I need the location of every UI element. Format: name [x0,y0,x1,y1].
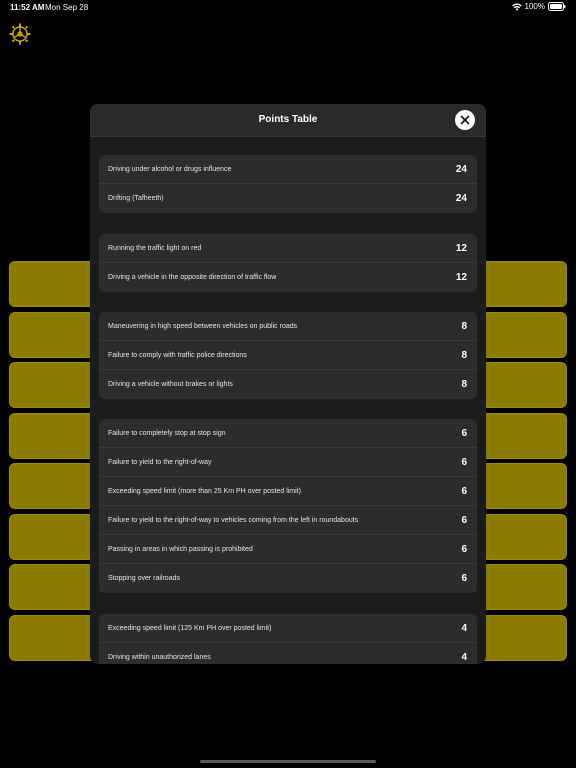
list-item: Running the traffic light on red 12 [99,234,477,263]
violation-label: Stopping over railroads [108,575,180,582]
battery-percent: 100% [524,2,545,11]
list-item: Stopping over railroads 6 [99,564,477,593]
violation-label: Driving within unauthorized lanes [108,654,211,661]
points-value: 24 [455,193,467,204]
violation-label: Driving a vehicle in the opposite direct… [108,274,277,281]
points-value: 24 [455,164,467,175]
list-item: Drifting (Tafheeth) 24 [99,184,477,213]
list-item: Driving a vehicle without brakes or ligh… [99,370,477,399]
points-value: 8 [461,321,467,332]
violation-label: Driving under alcohol or drugs influence [108,166,232,173]
violation-label: Failure to comply with traffic police di… [108,352,247,359]
points-group: Running the traffic light on red 12 Driv… [99,234,477,292]
violation-label: Maneuvering in high speed between vehicl… [108,323,298,330]
status-time: 11:52 AM [10,3,45,12]
points-group: Exceeding speed limit (125 Km PH over po… [99,614,477,664]
modal-title: Points Table [258,114,318,125]
list-item: Failure to completely stop at stop sign … [99,419,477,448]
points-value: 6 [461,486,467,497]
status-date: Mon Sep 28 [45,3,89,12]
points-table-modal: Points Table Driving under alcohol or dr… [90,104,486,664]
points-value: 6 [461,515,467,526]
points-value: 6 [461,457,467,468]
violation-label: Failure to yield to the right-of-way to … [108,517,359,524]
modal-header: Points Table [90,104,486,137]
list-item: Driving a vehicle in the opposite direct… [99,263,477,292]
wifi-icon [511,3,522,11]
list-item: Exceeding speed limit (more than 25 Km P… [99,477,477,506]
violation-label: Failure to completely stop at stop sign [108,430,226,437]
points-value: 8 [461,350,467,361]
list-item: Failure to comply with traffic police di… [99,341,477,370]
violation-label: Exceeding speed limit (125 Km PH over po… [108,625,272,632]
battery-icon [548,2,566,11]
list-item: Maneuvering in high speed between vehicl… [99,312,477,341]
home-indicator[interactable] [200,760,376,763]
list-item: Driving within unauthorized lanes 4 [99,643,477,664]
points-value: 8 [461,379,467,390]
violation-label: Driving a vehicle without brakes or ligh… [108,381,233,388]
points-value: 6 [461,544,467,555]
points-value: 12 [455,272,467,283]
violation-label: Drifting (Tafheeth) [108,195,164,202]
points-value: 4 [461,623,467,634]
list-item: Failure to yield to the right-of-way to … [99,506,477,535]
points-group: Driving under alcohol or drugs influence… [99,155,477,213]
points-list[interactable]: Driving under alcohol or drugs influence… [90,137,486,664]
status-bar: 11:52 AM Mon Sep 28 100% [0,0,576,16]
close-button[interactable] [455,110,475,130]
list-item: Exceeding speed limit (125 Km PH over po… [99,614,477,643]
violation-label: Passing in areas in which passing is pro… [108,546,253,553]
points-group: Maneuvering in high speed between vehicl… [99,312,477,399]
gear-icon[interactable] [8,22,32,46]
list-item: Passing in areas in which passing is pro… [99,535,477,564]
list-item: Failure to yield to the right-of-way 6 [99,448,477,477]
points-group: Failure to completely stop at stop sign … [99,419,477,593]
points-value: 6 [461,573,467,584]
list-item: Driving under alcohol or drugs influence… [99,155,477,184]
violation-label: Failure to yield to the right-of-way [108,459,212,466]
screen: 11:52 AM Mon Sep 28 100% Points Table Dr… [0,0,576,768]
points-value: 4 [461,652,467,663]
points-value: 12 [455,243,467,254]
violation-label: Exceeding speed limit (more than 25 Km P… [108,488,301,495]
points-value: 6 [461,428,467,439]
status-indicators: 100% [511,2,566,11]
close-icon [460,115,470,125]
violation-label: Running the traffic light on red [108,245,202,252]
